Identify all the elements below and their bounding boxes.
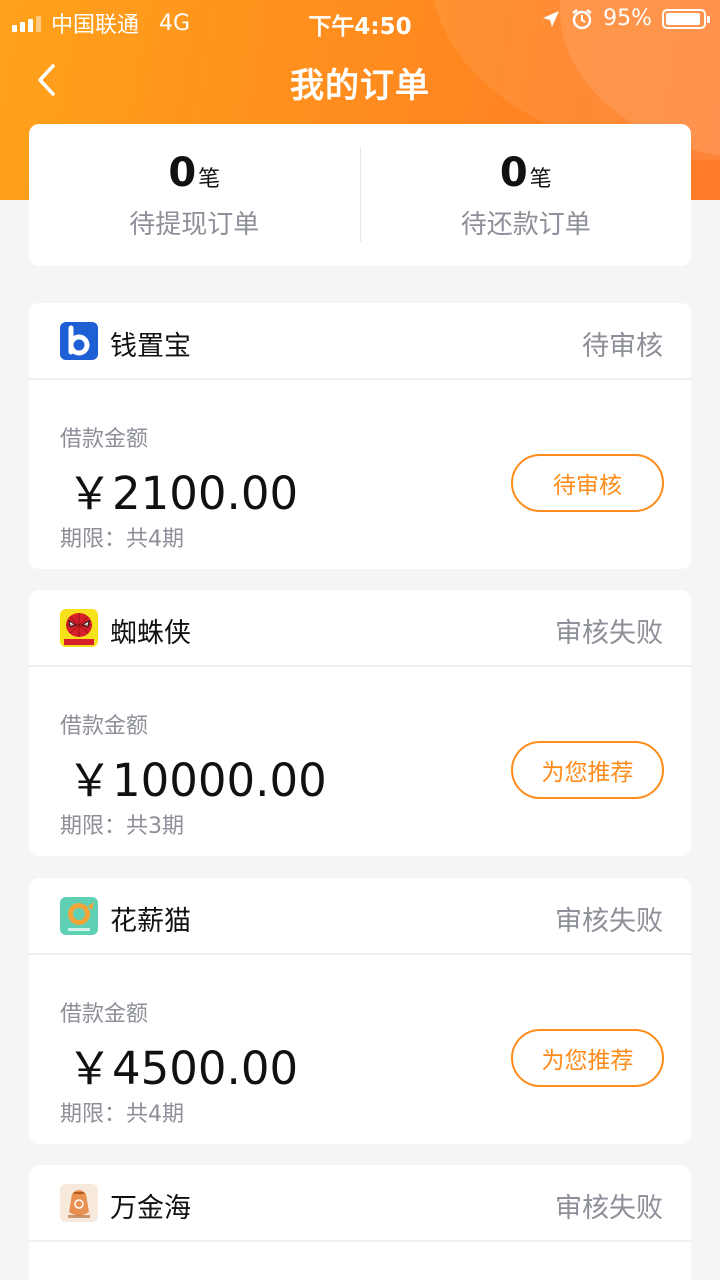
recommend-button[interactable]: 为您推荐 <box>511 741 664 799</box>
loan-amount: ￥4500.00 <box>67 1042 299 1095</box>
withdraw-orders-summary[interactable]: 0笔 待提现订单 <box>29 150 360 241</box>
loan-term: 期限：共4期 <box>60 1102 184 1127</box>
page-title: 我的订单 <box>290 66 430 106</box>
amount-label: 借款金额 <box>60 714 149 739</box>
order-status: 审核失败 <box>555 906 663 937</box>
loan-term: 期限：共4期 <box>60 527 184 552</box>
app-name: 万金海 <box>110 1193 191 1224</box>
order-card[interactable]: 花薪猫 审核失败 借款金额 ￥4500.00 期限：共4期 为您推荐 <box>29 878 691 1144</box>
app-name: 花薪猫 <box>110 906 191 937</box>
withdraw-unit: 笔 <box>198 166 221 192</box>
loan-amount: ￥10000.00 <box>67 754 327 807</box>
amount-label: 借款金额 <box>60 427 149 452</box>
order-status: 审核失败 <box>555 1193 663 1224</box>
battery-percent: 95% <box>603 6 652 31</box>
withdraw-label: 待提现订单 <box>129 209 260 240</box>
amount-label: 借款金额 <box>60 1002 149 1027</box>
battery-fill <box>666 12 701 25</box>
qianzhibao-logo-icon <box>60 322 98 360</box>
order-status: 审核失败 <box>555 618 663 649</box>
app-name: 蜘蛛侠 <box>110 618 191 649</box>
loan-amount: ￥2100.00 <box>67 467 299 520</box>
repay-unit: 笔 <box>529 166 552 192</box>
withdraw-count: 0 <box>168 149 197 196</box>
order-card[interactable]: 万金海 审核失败 <box>29 1165 691 1280</box>
order-status: 待审核 <box>582 331 663 362</box>
location-arrow-icon <box>543 10 560 27</box>
app-name: 钱置宝 <box>110 331 191 362</box>
wanjinhai-logo-icon <box>60 1184 98 1222</box>
loan-term: 期限：共3期 <box>60 814 184 839</box>
spiderman-logo-icon <box>60 609 98 647</box>
order-card[interactable]: 钱置宝 待审核 借款金额 ￥2100.00 期限：共4期 待审核 <box>29 303 691 569</box>
alarm-icon <box>572 8 592 29</box>
status-bar: 中国联通 4G 下午4:50 95% <box>0 0 720 40</box>
battery-icon <box>662 8 710 29</box>
order-card[interactable]: 蜘蛛侠 审核失败 借款金额 ￥10000.00 期限：共3期 为您推荐 <box>29 590 691 856</box>
order-summary: 0笔 待提现订单 0笔 待还款订单 <box>29 124 691 266</box>
repay-count: 0 <box>499 149 528 196</box>
nav-bar: 我的订单 <box>0 40 720 120</box>
huaxinmao-logo-icon <box>60 897 98 935</box>
pending-review-button[interactable]: 待审核 <box>511 454 664 512</box>
repay-orders-summary[interactable]: 0笔 待还款订单 <box>361 150 692 241</box>
recommend-button[interactable]: 为您推荐 <box>511 1029 664 1087</box>
repay-label: 待还款订单 <box>460 209 591 240</box>
